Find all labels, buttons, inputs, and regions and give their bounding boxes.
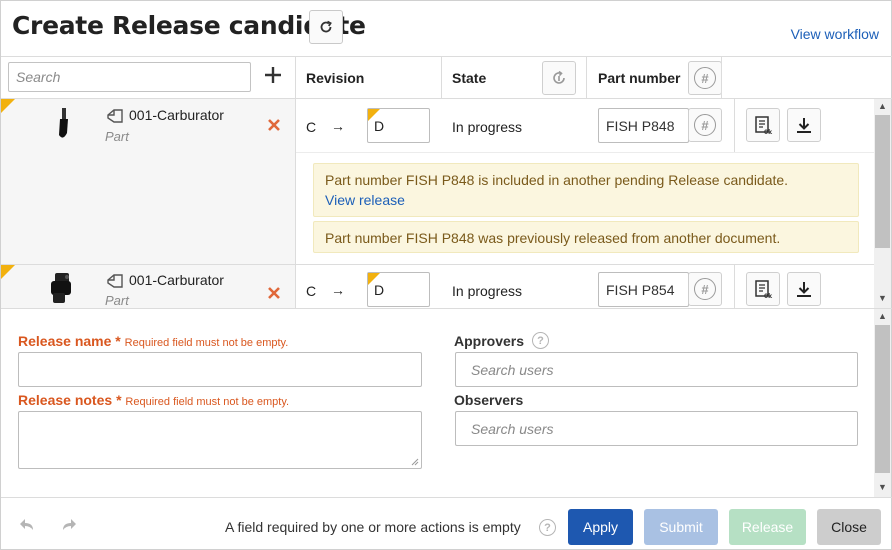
view-workflow-link[interactable]: View workflow <box>791 26 879 42</box>
part-number-input[interactable]: FISH P854 <box>598 272 689 307</box>
release-name-label: Release name <box>18 333 112 349</box>
close-icon <box>268 287 280 299</box>
apply-button[interactable]: Apply <box>568 509 633 545</box>
properties-button[interactable]: 0k <box>746 272 780 306</box>
properties-button[interactable]: 0k <box>746 108 780 142</box>
release-candidate-dialog: Create Release candidate View workflow S… <box>0 0 892 550</box>
part-thumbnail <box>51 273 71 303</box>
release-notes-label: Release notes <box>18 392 113 408</box>
modified-flag-icon <box>368 109 380 121</box>
hash-icon: # <box>694 278 716 300</box>
download-icon <box>797 118 811 133</box>
release-notes-textarea[interactable] <box>18 411 422 469</box>
warning-text: Part number FISH P848 is included in ano… <box>325 172 789 188</box>
download-button[interactable] <box>787 272 821 306</box>
approvers-search-input[interactable]: Search users <box>455 352 858 387</box>
redo-icon[interactable] <box>59 517 77 533</box>
part-number-input[interactable]: FISH P848 <box>598 108 689 143</box>
observers-label: Observers <box>454 392 524 408</box>
close-icon <box>268 119 280 131</box>
divider <box>296 152 875 153</box>
revision-from: C <box>306 119 317 135</box>
view-release-link[interactable]: View release <box>325 192 847 208</box>
part-icon <box>107 109 123 123</box>
state-refresh-button[interactable] <box>542 61 576 95</box>
warning-message: Part number FISH P848 was previously rel… <box>313 221 859 253</box>
undo-icon[interactable] <box>19 517 37 533</box>
modified-flag-icon <box>1 265 15 279</box>
scroll-up-icon[interactable]: ▲ <box>875 101 890 111</box>
scroll-down-icon[interactable]: ▼ <box>875 482 890 492</box>
table-row[interactable] <box>1 99 295 264</box>
divider <box>1 308 892 309</box>
refresh-button[interactable] <box>309 10 343 44</box>
divider <box>1 56 892 57</box>
revision-arrow-icon: → <box>331 118 345 134</box>
modified-flag-icon <box>1 99 15 113</box>
plus-icon <box>265 67 281 83</box>
column-divider <box>586 57 587 99</box>
scroll-down-icon[interactable]: ▼ <box>875 293 890 303</box>
modified-flag-icon <box>368 273 380 285</box>
column-divider <box>734 99 735 153</box>
observers-search-input[interactable]: Search users <box>455 411 858 446</box>
approvers-label: Approvers <box>454 333 525 349</box>
generate-part-number-button[interactable]: # <box>688 108 722 142</box>
part-type: Part <box>105 293 129 308</box>
close-button[interactable]: Close <box>817 509 881 545</box>
column-divider <box>441 57 442 99</box>
state-column-header: State <box>452 70 487 86</box>
add-part-button[interactable] <box>261 63 285 89</box>
required-star: * <box>116 392 122 408</box>
svg-text:0k: 0k <box>764 293 773 299</box>
resize-handle-icon[interactable] <box>411 458 419 466</box>
column-divider <box>295 57 296 309</box>
help-icon[interactable]: ? <box>539 519 556 536</box>
divider <box>1 497 892 498</box>
release-notes-label-row: Release notes * Required field must not … <box>18 392 289 408</box>
document-properties-icon: 0k <box>755 280 773 299</box>
remove-row-button[interactable] <box>267 115 281 138</box>
column-divider <box>721 57 722 99</box>
release-button[interactable]: Release <box>729 509 806 545</box>
revision-column-header: Revision <box>306 70 365 86</box>
download-icon <box>797 282 811 297</box>
part-number-column-header: Part number <box>598 70 681 86</box>
document-properties-icon: 0k <box>755 116 773 135</box>
table-scrollbar-thumb[interactable] <box>875 115 890 248</box>
required-note: Required field must not be empty. <box>125 396 290 408</box>
required-star: * <box>115 333 121 349</box>
required-note: Required field must not be empty. <box>124 337 289 349</box>
part-name: 001-Carburator <box>129 272 224 288</box>
help-icon[interactable]: ? <box>532 332 549 349</box>
search-input[interactable]: Search <box>8 62 251 92</box>
svg-text:0k: 0k <box>764 129 773 135</box>
submit-button[interactable]: Submit <box>644 509 718 545</box>
part-type: Part <box>105 129 129 144</box>
part-icon <box>107 274 123 288</box>
remove-row-button[interactable] <box>267 283 281 306</box>
part-thumbnail <box>59 108 68 138</box>
hash-icon: # <box>694 67 716 89</box>
refresh-icon <box>320 20 332 33</box>
release-name-input[interactable] <box>18 352 422 387</box>
warning-message: Part number FISH P848 is included in ano… <box>313 163 859 217</box>
circular-arrow-icon <box>553 70 565 84</box>
warning-text: Part number FISH P848 was previously rel… <box>325 230 781 246</box>
generate-part-numbers-button[interactable]: # <box>688 61 722 95</box>
state-value: In progress <box>452 283 523 299</box>
hash-icon: # <box>694 114 716 136</box>
revision-from: C <box>306 283 317 299</box>
required-fields-message: A field required by one or more actions … <box>225 519 521 535</box>
release-name-label-row: Release name * Required field must not b… <box>18 333 288 349</box>
scroll-up-icon[interactable]: ▲ <box>875 311 890 321</box>
generate-part-number-button[interactable]: # <box>688 272 722 306</box>
column-divider <box>734 265 735 309</box>
part-name: 001-Carburator <box>129 107 224 123</box>
revision-arrow-icon: → <box>331 282 345 298</box>
download-button[interactable] <box>787 108 821 142</box>
form-scrollbar-thumb[interactable] <box>875 325 890 473</box>
state-value: In progress <box>452 119 523 135</box>
